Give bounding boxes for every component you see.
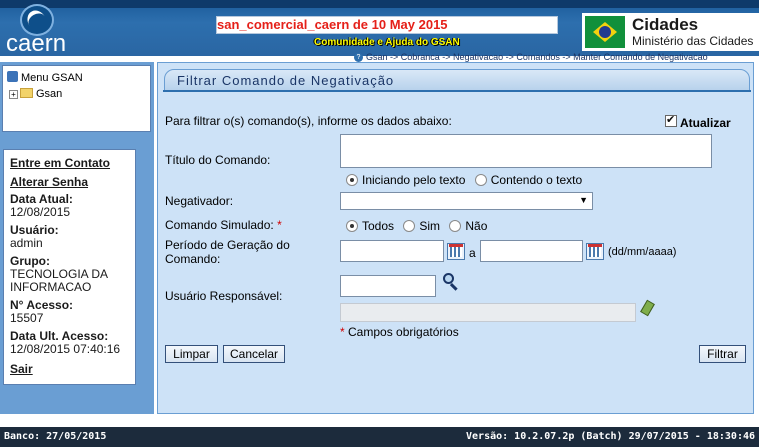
radio-containing[interactable]: Contendo o texto (474, 173, 582, 187)
group-value: TECNOLOGIA DA INFORMACAO (10, 267, 108, 294)
date-format-hint: (dd/mm/aaaa) (608, 246, 677, 258)
app-title-box: san_comercial_caern de 10 May 2015 (216, 16, 558, 34)
breadcrumb-text: Gsan -> Cobranca -> Negativacao -> Coman… (366, 52, 708, 62)
user-value: admin (10, 236, 43, 250)
filter-panel: Filtrar Comando de Negativação Para filt… (157, 62, 754, 414)
period-label-line1: Período de Geração do (165, 238, 290, 252)
period-end-input[interactable] (480, 240, 583, 262)
responsible-user-code-input[interactable] (340, 275, 436, 297)
simulated-command-label: Comando Simulado: * (165, 218, 282, 232)
cidades-logo: Cidades Ministério das Cidades (582, 13, 759, 51)
clear-button[interactable]: Limpar (165, 345, 218, 363)
period-label-line2: Comando: (165, 252, 221, 266)
access-count-label: N° Acesso: (10, 298, 74, 312)
radio-starting-with[interactable]: Iniciando pelo texto (346, 173, 465, 187)
brazil-flag-icon (585, 16, 625, 48)
responsible-user-label: Usuário Responsável: (165, 289, 283, 303)
group-label: Grupo: (10, 254, 50, 268)
gsan-menu-icon (7, 71, 18, 82)
current-date-value: 12/08/2015 (10, 205, 71, 219)
filter-button[interactable]: Filtrar (699, 345, 746, 363)
required-fields-note: * Campos obrigatórios (340, 325, 459, 339)
title-divider (163, 90, 751, 92)
negativador-label: Negativador: (165, 194, 234, 208)
last-access-value: 12/08/2015 07:40:16 (10, 342, 121, 356)
version-info: Versão: 10.2.07.2p (Batch) 29/07/2015 - … (466, 431, 755, 442)
menu-tree: Menu GSAN + Gsan (2, 65, 151, 132)
command-title-label: Título do Comando: (165, 153, 271, 167)
folder-icon (20, 88, 33, 98)
cancel-button[interactable]: Cancelar (223, 345, 285, 363)
change-password-link[interactable]: Alterar Senha (10, 173, 129, 192)
eraser-icon[interactable] (640, 299, 656, 317)
caern-logo[interactable]: caern (4, 4, 74, 57)
command-title-textarea[interactable] (340, 134, 712, 168)
sidebar: Menu GSAN + Gsan Entre em Contato Alterar… (0, 62, 154, 414)
current-date-label: Data Atual: (10, 192, 73, 206)
database-date: Banco: 27/05/2015 (4, 431, 107, 442)
community-help-link[interactable]: Comunidade e Ajuda do GSAN (314, 37, 460, 48)
menu-tree-root[interactable]: + Gsan (7, 86, 146, 102)
caern-logo-text: caern (6, 30, 67, 57)
update-label: Atualizar (680, 116, 731, 130)
cidades-title: Cidades (632, 15, 699, 34)
radio-all[interactable]: Todos (346, 219, 394, 233)
page: caern san_comercial_caern de 10 May 2015… (0, 0, 759, 447)
last-access-label: Data Ult. Acesso: (10, 329, 109, 343)
required-mark: * (277, 218, 282, 232)
calendar-start-icon[interactable] (447, 243, 465, 260)
search-user-icon[interactable] (441, 272, 461, 292)
intro-text: Para filtrar o(s) comando(s), informe os… (165, 114, 452, 128)
breadcrumb: ? Gsan -> Cobranca -> Negativacao -> Coma… (354, 52, 708, 63)
calendar-end-icon[interactable] (586, 243, 604, 260)
expand-icon[interactable]: + (9, 90, 18, 99)
contact-link[interactable]: Entre em Contato (10, 154, 129, 173)
logout-link[interactable]: Sair (10, 360, 129, 379)
period-start-input[interactable] (340, 240, 444, 262)
tree-root-label: Gsan (36, 88, 63, 100)
access-count-value: 15507 (10, 311, 44, 325)
user-label: Usuário: (10, 223, 59, 237)
period-separator: a (469, 246, 476, 260)
user-info-box: Entre em Contato Alterar Senha Data Atua… (3, 149, 136, 385)
app-title: san_comercial_caern de 10 May 2015 (217, 17, 448, 32)
title-match-group: Iniciando pelo texto Contendo o texto (346, 173, 588, 187)
menu-title: Menu GSAN (21, 72, 83, 84)
footer: Banco: 27/05/2015 Versão: 10.2.07.2p (Ba… (0, 427, 759, 447)
cidades-subtitle: Ministério das Cidades (632, 34, 754, 48)
radio-containing-dot[interactable] (474, 174, 487, 186)
update-checkbox[interactable] (665, 113, 677, 127)
header: caern san_comercial_caern de 10 May 2015… (0, 0, 759, 57)
radio-no[interactable]: Não (449, 219, 487, 233)
chevron-down-icon: ▼ (579, 195, 588, 205)
simulated-group: Todos Sim Não (346, 219, 493, 233)
header-top-strip (0, 0, 759, 8)
help-icon[interactable]: ? (354, 53, 363, 63)
radio-starting-with-dot[interactable] (346, 174, 358, 186)
responsible-user-name-field (340, 303, 636, 322)
radio-yes[interactable]: Sim (403, 219, 440, 233)
menu-title-row[interactable]: Menu GSAN (7, 70, 146, 86)
negativador-select[interactable]: ▼ (340, 192, 593, 210)
panel-title-bar: Filtrar Comando de Negativação (164, 69, 750, 91)
panel-title: Filtrar Comando de Negativação (177, 73, 395, 88)
